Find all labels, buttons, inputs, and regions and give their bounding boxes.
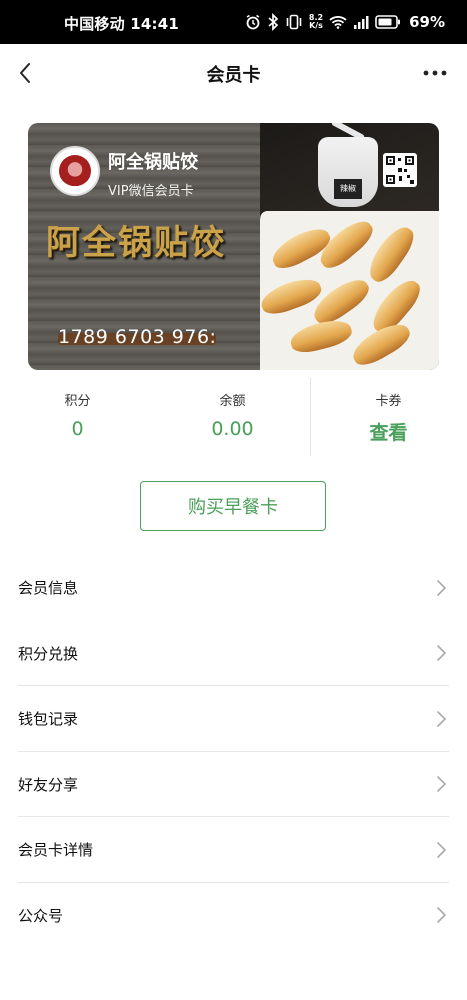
page-title: 会员卡 xyxy=(206,65,261,86)
vibrate-icon xyxy=(285,14,303,30)
chevron-right-icon xyxy=(437,645,447,662)
stat-points-value: 0 xyxy=(71,418,84,440)
more-button[interactable] xyxy=(417,58,453,88)
menu-list: 会员信息 积分兑换 钱包记录 好友分享 会员卡详情 公众号 xyxy=(0,555,467,948)
card-big-title: 阿全锅贴饺 xyxy=(46,223,226,263)
stat-balance-label: 余额 xyxy=(219,394,246,409)
net-speed-unit: K/s xyxy=(309,21,323,30)
stat-balance-value: 0.00 xyxy=(211,418,254,440)
signal-icon xyxy=(353,15,369,29)
card-type: VIP微信会员卡 xyxy=(108,184,194,199)
menu-item-official-account[interactable]: 公众号 xyxy=(0,883,467,949)
stat-coupons-label: 卡券 xyxy=(375,394,402,409)
qr-code-icon xyxy=(383,153,417,187)
alarm-icon xyxy=(245,14,261,30)
bowl-label: 辣椒 xyxy=(334,179,362,199)
status-icons: 8.2 K/s 69% xyxy=(245,10,445,34)
card-food-photo: 辣椒 xyxy=(260,123,439,370)
net-speed: 8.2 K/s xyxy=(309,14,323,30)
carrier-time: 中国移动 14:41 xyxy=(64,15,179,33)
menu-item-label: 公众号 xyxy=(18,906,64,925)
chevron-right-icon xyxy=(437,907,447,924)
chevron-right-icon xyxy=(437,579,447,596)
stat-points[interactable]: 积分 0 xyxy=(0,378,155,440)
stat-coupons-view-link[interactable]: 查看 xyxy=(311,418,466,445)
nav-bar: 会员卡 xyxy=(0,44,467,102)
stat-coupons[interactable]: 卡券 查看 xyxy=(311,378,466,445)
chevron-right-icon xyxy=(437,841,447,858)
menu-item-card-details[interactable]: 会员卡详情 xyxy=(0,817,467,883)
more-dots-icon xyxy=(423,70,447,76)
menu-item-label: 会员卡详情 xyxy=(18,841,94,860)
menu-item-label: 好友分享 xyxy=(18,775,79,794)
store-logo xyxy=(50,146,100,196)
stat-points-label: 积分 xyxy=(64,394,91,409)
battery-icon xyxy=(375,15,401,29)
membership-card[interactable]: 阿全锅贴饺 VIP微信会员卡 阿全锅贴饺 1789 6703 976: 辣椒 xyxy=(28,123,439,370)
wifi-icon xyxy=(329,15,347,29)
menu-item-share-friends[interactable]: 好友分享 xyxy=(0,752,467,817)
menu-item-points-exchange[interactable]: 积分兑换 xyxy=(0,621,467,686)
menu-item-label: 会员信息 xyxy=(18,579,79,598)
menu-item-label: 积分兑换 xyxy=(18,644,79,663)
battery-percent: 69% xyxy=(409,13,445,31)
menu-item-label: 钱包记录 xyxy=(18,710,79,729)
card-number: 1789 6703 976: xyxy=(58,326,217,348)
card-wood-background: 阿全锅贴饺 VIP微信会员卡 阿全锅贴饺 1789 6703 976: xyxy=(28,123,260,370)
bluetooth-icon xyxy=(267,13,279,31)
stat-balance[interactable]: 余额 0.00 xyxy=(155,378,310,440)
chevron-right-icon xyxy=(437,776,447,793)
menu-item-member-info[interactable]: 会员信息 xyxy=(0,555,467,621)
buy-breakfast-card-button[interactable]: 购买早餐卡 xyxy=(140,481,326,531)
chevron-right-icon xyxy=(437,710,447,727)
status-bar: 中国移动 14:41 8.2 K/s 69% xyxy=(0,0,467,44)
stats-row: 积分 0 余额 0.00 卡券 查看 xyxy=(0,378,467,456)
menu-item-wallet-records[interactable]: 钱包记录 xyxy=(0,686,467,752)
store-name: 阿全锅贴饺 xyxy=(108,152,198,173)
